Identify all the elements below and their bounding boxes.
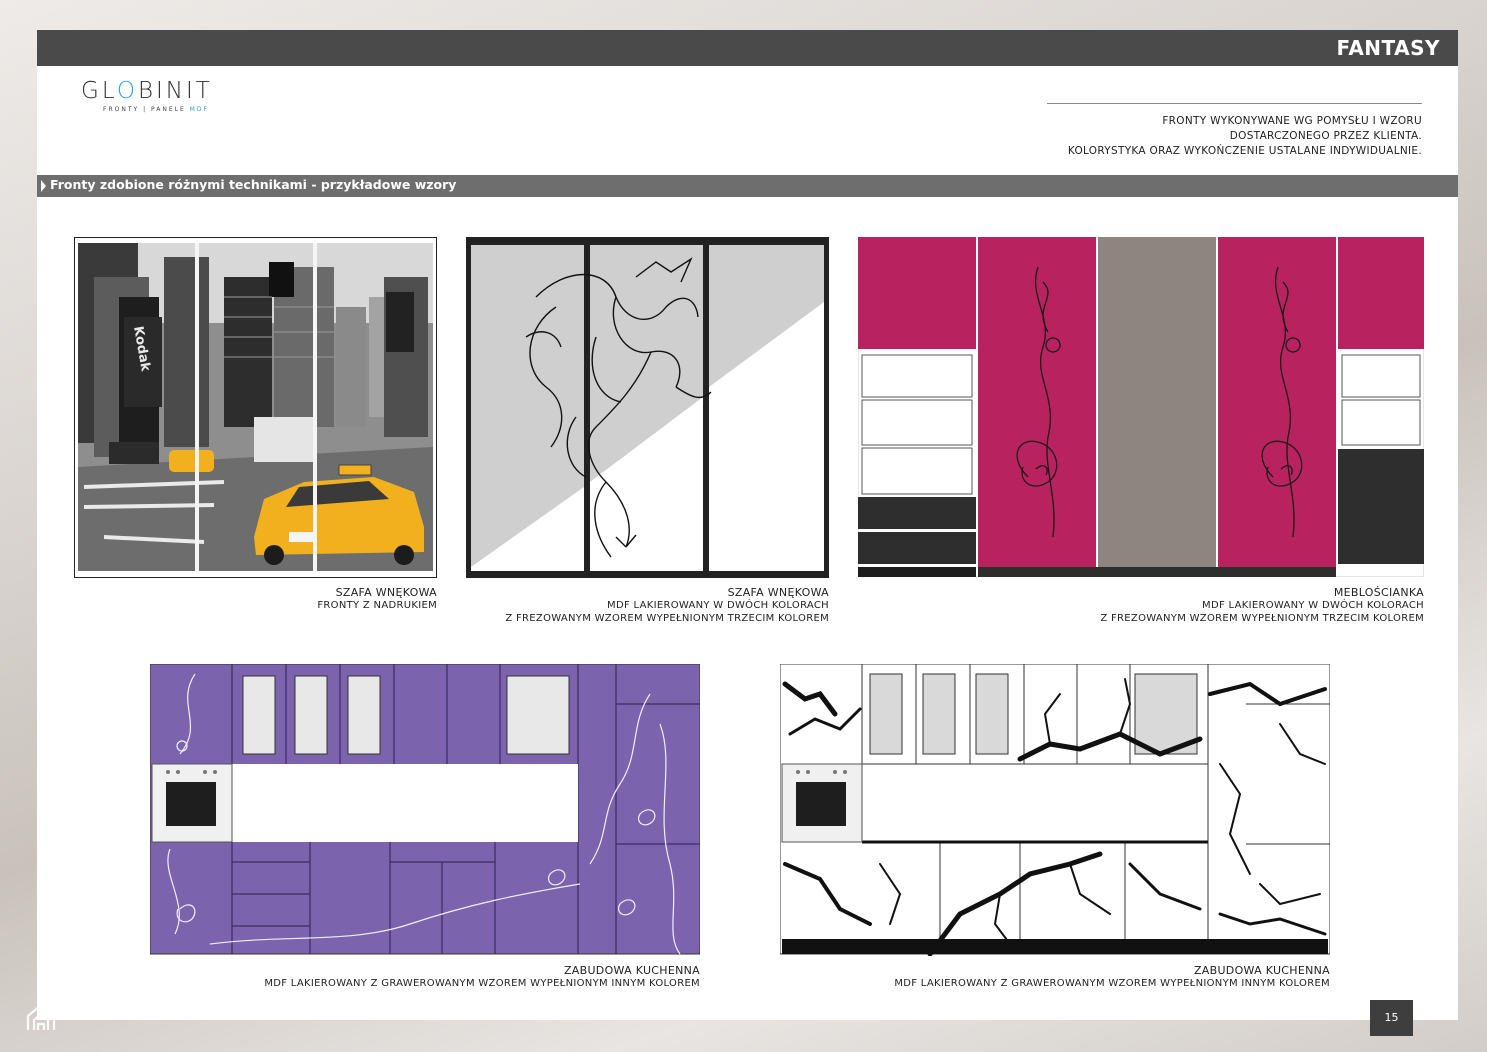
logo-wordmark: GLOBINIT	[81, 78, 213, 104]
logo-tagline: FRONTY | PANELE MDF	[103, 106, 209, 113]
section-bar: Fronty zdobione różnymi technikami - prz…	[37, 175, 1458, 197]
caption-item-2: SZAFA WNĘKOWA MDF LAKIEROWANY W DWÓCH KO…	[505, 586, 829, 624]
brand-logo: GLOBINIT FRONTY | PANELE MDF	[81, 78, 251, 118]
wardrobe-printed-illustration: Kodak	[73, 236, 438, 582]
triangle-marker-icon	[41, 180, 46, 192]
divider	[1047, 103, 1422, 104]
caption-item-4: ZABUDOWA KUCHENNA MDF LAKIEROWANY Z GRAW…	[264, 964, 700, 989]
wall-unit-illustration	[857, 236, 1425, 581]
caption-item-3: MEBLOŚCIANKA MDF LAKIEROWANY W DWÓCH KOL…	[1100, 586, 1424, 624]
page-title: FANTASY	[1336, 36, 1440, 60]
intro-text: FRONTY WYKONYWANE WG POMYSŁU I WZORU DOS…	[1067, 115, 1422, 157]
house-icon	[24, 1000, 58, 1034]
kitchen-violet-illustration	[149, 663, 701, 960]
caption-item-1: SZAFA WNĘKOWA FRONTY Z NADRUKIEM	[317, 586, 437, 611]
header-bar: FANTASY	[37, 30, 1458, 66]
page-number: 15	[1370, 1000, 1413, 1036]
catalog-page: FANTASY GLOBINIT FRONTY | PANELE MDF FRO…	[37, 30, 1458, 1036]
caption-item-5: ZABUDOWA KUCHENNA MDF LAKIEROWANY Z GRAW…	[894, 964, 1330, 989]
kitchen-cracks-illustration	[779, 663, 1331, 960]
section-title: Fronty zdobione różnymi technikami - prz…	[50, 177, 457, 192]
wardrobe-dragon-illustration	[466, 237, 829, 582]
